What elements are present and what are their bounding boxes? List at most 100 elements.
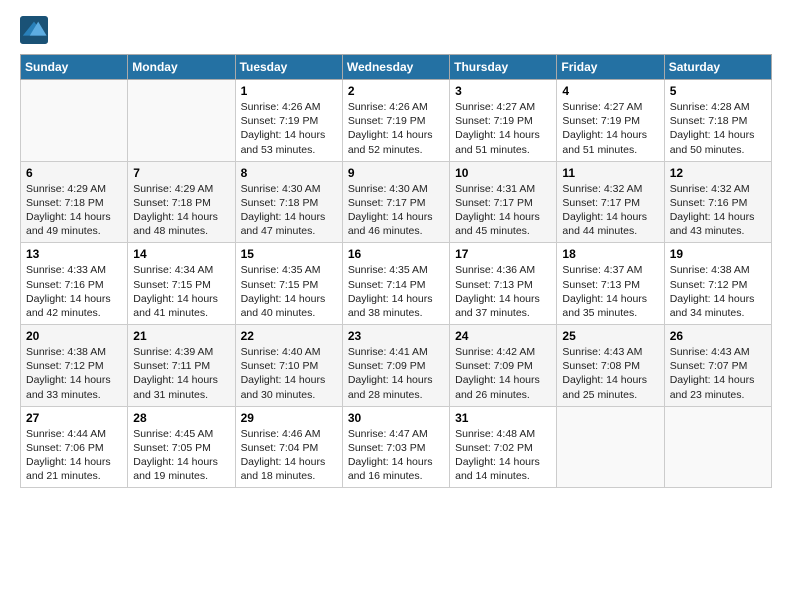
day-info: Sunrise: 4:41 AMSunset: 7:09 PMDaylight:… — [348, 345, 444, 402]
day-info: Sunrise: 4:42 AMSunset: 7:09 PMDaylight:… — [455, 345, 551, 402]
calendar-cell — [664, 406, 771, 488]
calendar-cell: 12 Sunrise: 4:32 AMSunset: 7:16 PMDayligh… — [664, 161, 771, 243]
calendar-cell: 11 Sunrise: 4:32 AMSunset: 7:17 PMDayligh… — [557, 161, 664, 243]
day-number: 21 — [133, 329, 229, 343]
day-number: 29 — [241, 411, 337, 425]
week-row-1: 1 Sunrise: 4:26 AMSunset: 7:19 PMDaylight… — [21, 80, 772, 162]
day-info: Sunrise: 4:27 AMSunset: 7:19 PMDaylight:… — [562, 100, 658, 157]
calendar-cell: 17 Sunrise: 4:36 AMSunset: 7:13 PMDayligh… — [450, 243, 557, 325]
logo — [20, 16, 52, 44]
calendar-cell: 14 Sunrise: 4:34 AMSunset: 7:15 PMDayligh… — [128, 243, 235, 325]
week-row-5: 27 Sunrise: 4:44 AMSunset: 7:06 PMDayligh… — [21, 406, 772, 488]
day-number: 22 — [241, 329, 337, 343]
day-info: Sunrise: 4:26 AMSunset: 7:19 PMDaylight:… — [348, 100, 444, 157]
header — [20, 16, 772, 44]
calendar-cell — [557, 406, 664, 488]
calendar-container: SundayMondayTuesdayWednesdayThursdayFrid… — [0, 0, 792, 504]
day-number: 8 — [241, 166, 337, 180]
day-number: 14 — [133, 247, 229, 261]
calendar-cell: 10Sunrise: 4:31 AMSunset: 7:17 PMDayligh… — [450, 161, 557, 243]
day-number: 26 — [670, 329, 766, 343]
day-info: Sunrise: 4:43 AMSunset: 7:07 PMDaylight:… — [670, 345, 766, 402]
calendar-cell: 3 Sunrise: 4:27 AMSunset: 7:19 PMDaylight… — [450, 80, 557, 162]
calendar-cell: 15 Sunrise: 4:35 AMSunset: 7:15 PMDayligh… — [235, 243, 342, 325]
day-number: 6 — [26, 166, 122, 180]
calendar-cell: 21 Sunrise: 4:39 AMSunset: 7:11 PMDayligh… — [128, 325, 235, 407]
day-info: Sunrise: 4:29 AMSunset: 7:18 PMDaylight:… — [26, 182, 122, 239]
day-number: 16 — [348, 247, 444, 261]
calendar-cell: 5Sunrise: 4:28 AMSunset: 7:18 PMDaylight… — [664, 80, 771, 162]
day-info: Sunrise: 4:30 AMSunset: 7:17 PMDaylight:… — [348, 182, 444, 239]
day-info: Sunrise: 4:37 AMSunset: 7:13 PMDaylight:… — [562, 263, 658, 320]
day-number: 13 — [26, 247, 122, 261]
day-number: 4 — [562, 84, 658, 98]
day-number: 27 — [26, 411, 122, 425]
day-number: 11 — [562, 166, 658, 180]
day-info: Sunrise: 4:27 AMSunset: 7:19 PMDaylight:… — [455, 100, 551, 157]
day-number: 2 — [348, 84, 444, 98]
day-info: Sunrise: 4:35 AMSunset: 7:14 PMDaylight:… — [348, 263, 444, 320]
day-info: Sunrise: 4:36 AMSunset: 7:13 PMDaylight:… — [455, 263, 551, 320]
calendar-cell: 23 Sunrise: 4:41 AMSunset: 7:09 PMDayligh… — [342, 325, 449, 407]
calendar-cell: 24 Sunrise: 4:42 AMSunset: 7:09 PMDayligh… — [450, 325, 557, 407]
day-number: 25 — [562, 329, 658, 343]
day-number: 28 — [133, 411, 229, 425]
day-info: Sunrise: 4:47 AMSunset: 7:03 PMDaylight:… — [348, 427, 444, 484]
day-header-thursday: Thursday — [450, 55, 557, 80]
header-row: SundayMondayTuesdayWednesdayThursdayFrid… — [21, 55, 772, 80]
day-info: Sunrise: 4:31 AMSunset: 7:17 PMDaylight:… — [455, 182, 551, 239]
calendar-cell: 27 Sunrise: 4:44 AMSunset: 7:06 PMDayligh… — [21, 406, 128, 488]
day-info: Sunrise: 4:32 AMSunset: 7:17 PMDaylight:… — [562, 182, 658, 239]
calendar-cell: 29Sunrise: 4:46 AMSunset: 7:04 PMDayligh… — [235, 406, 342, 488]
day-info: Sunrise: 4:32 AMSunset: 7:16 PMDaylight:… — [670, 182, 766, 239]
week-row-4: 20 Sunrise: 4:38 AMSunset: 7:12 PMDayligh… — [21, 325, 772, 407]
day-info: Sunrise: 4:44 AMSunset: 7:06 PMDaylight:… — [26, 427, 122, 484]
calendar-cell: 18 Sunrise: 4:37 AMSunset: 7:13 PMDayligh… — [557, 243, 664, 325]
day-info: Sunrise: 4:40 AMSunset: 7:10 PMDaylight:… — [241, 345, 337, 402]
day-number: 30 — [348, 411, 444, 425]
day-info: Sunrise: 4:33 AMSunset: 7:16 PMDaylight:… — [26, 263, 122, 320]
day-number: 7 — [133, 166, 229, 180]
day-header-tuesday: Tuesday — [235, 55, 342, 80]
day-number: 19 — [670, 247, 766, 261]
day-header-friday: Friday — [557, 55, 664, 80]
day-number: 17 — [455, 247, 551, 261]
day-info: Sunrise: 4:29 AMSunset: 7:18 PMDaylight:… — [133, 182, 229, 239]
day-header-wednesday: Wednesday — [342, 55, 449, 80]
day-info: Sunrise: 4:39 AMSunset: 7:11 PMDaylight:… — [133, 345, 229, 402]
day-number: 3 — [455, 84, 551, 98]
calendar-cell: 25 Sunrise: 4:43 AMSunset: 7:08 PMDayligh… — [557, 325, 664, 407]
day-info: Sunrise: 4:34 AMSunset: 7:15 PMDaylight:… — [133, 263, 229, 320]
day-number: 15 — [241, 247, 337, 261]
calendar-cell: 9Sunrise: 4:30 AMSunset: 7:17 PMDaylight… — [342, 161, 449, 243]
day-info: Sunrise: 4:45 AMSunset: 7:05 PMDaylight:… — [133, 427, 229, 484]
day-number: 18 — [562, 247, 658, 261]
day-number: 5 — [670, 84, 766, 98]
day-number: 23 — [348, 329, 444, 343]
calendar-table: SundayMondayTuesdayWednesdayThursdayFrid… — [20, 54, 772, 488]
calendar-cell — [128, 80, 235, 162]
day-info: Sunrise: 4:35 AMSunset: 7:15 PMDaylight:… — [241, 263, 337, 320]
calendar-cell: 28 Sunrise: 4:45 AMSunset: 7:05 PMDayligh… — [128, 406, 235, 488]
day-info: Sunrise: 4:38 AMSunset: 7:12 PMDaylight:… — [670, 263, 766, 320]
week-row-3: 13 Sunrise: 4:33 AMSunset: 7:16 PMDayligh… — [21, 243, 772, 325]
calendar-cell: 13 Sunrise: 4:33 AMSunset: 7:16 PMDayligh… — [21, 243, 128, 325]
calendar-cell: 30 Sunrise: 4:47 AMSunset: 7:03 PMDayligh… — [342, 406, 449, 488]
day-info: Sunrise: 4:38 AMSunset: 7:12 PMDaylight:… — [26, 345, 122, 402]
calendar-cell: 2 Sunrise: 4:26 AMSunset: 7:19 PMDaylight… — [342, 80, 449, 162]
day-number: 1 — [241, 84, 337, 98]
day-info: Sunrise: 4:48 AMSunset: 7:02 PMDaylight:… — [455, 427, 551, 484]
calendar-cell: 8 Sunrise: 4:30 AMSunset: 7:18 PMDaylight… — [235, 161, 342, 243]
calendar-cell — [21, 80, 128, 162]
day-number: 20 — [26, 329, 122, 343]
day-number: 12 — [670, 166, 766, 180]
week-row-2: 6 Sunrise: 4:29 AMSunset: 7:18 PMDaylight… — [21, 161, 772, 243]
calendar-cell: 22 Sunrise: 4:40 AMSunset: 7:10 PMDayligh… — [235, 325, 342, 407]
day-info: Sunrise: 4:43 AMSunset: 7:08 PMDaylight:… — [562, 345, 658, 402]
day-info: Sunrise: 4:26 AMSunset: 7:19 PMDaylight:… — [241, 100, 337, 157]
calendar-cell: 1 Sunrise: 4:26 AMSunset: 7:19 PMDaylight… — [235, 80, 342, 162]
day-info: Sunrise: 4:30 AMSunset: 7:18 PMDaylight:… — [241, 182, 337, 239]
calendar-cell: 31Sunrise: 4:48 AMSunset: 7:02 PMDayligh… — [450, 406, 557, 488]
day-number: 24 — [455, 329, 551, 343]
calendar-cell: 7 Sunrise: 4:29 AMSunset: 7:18 PMDaylight… — [128, 161, 235, 243]
